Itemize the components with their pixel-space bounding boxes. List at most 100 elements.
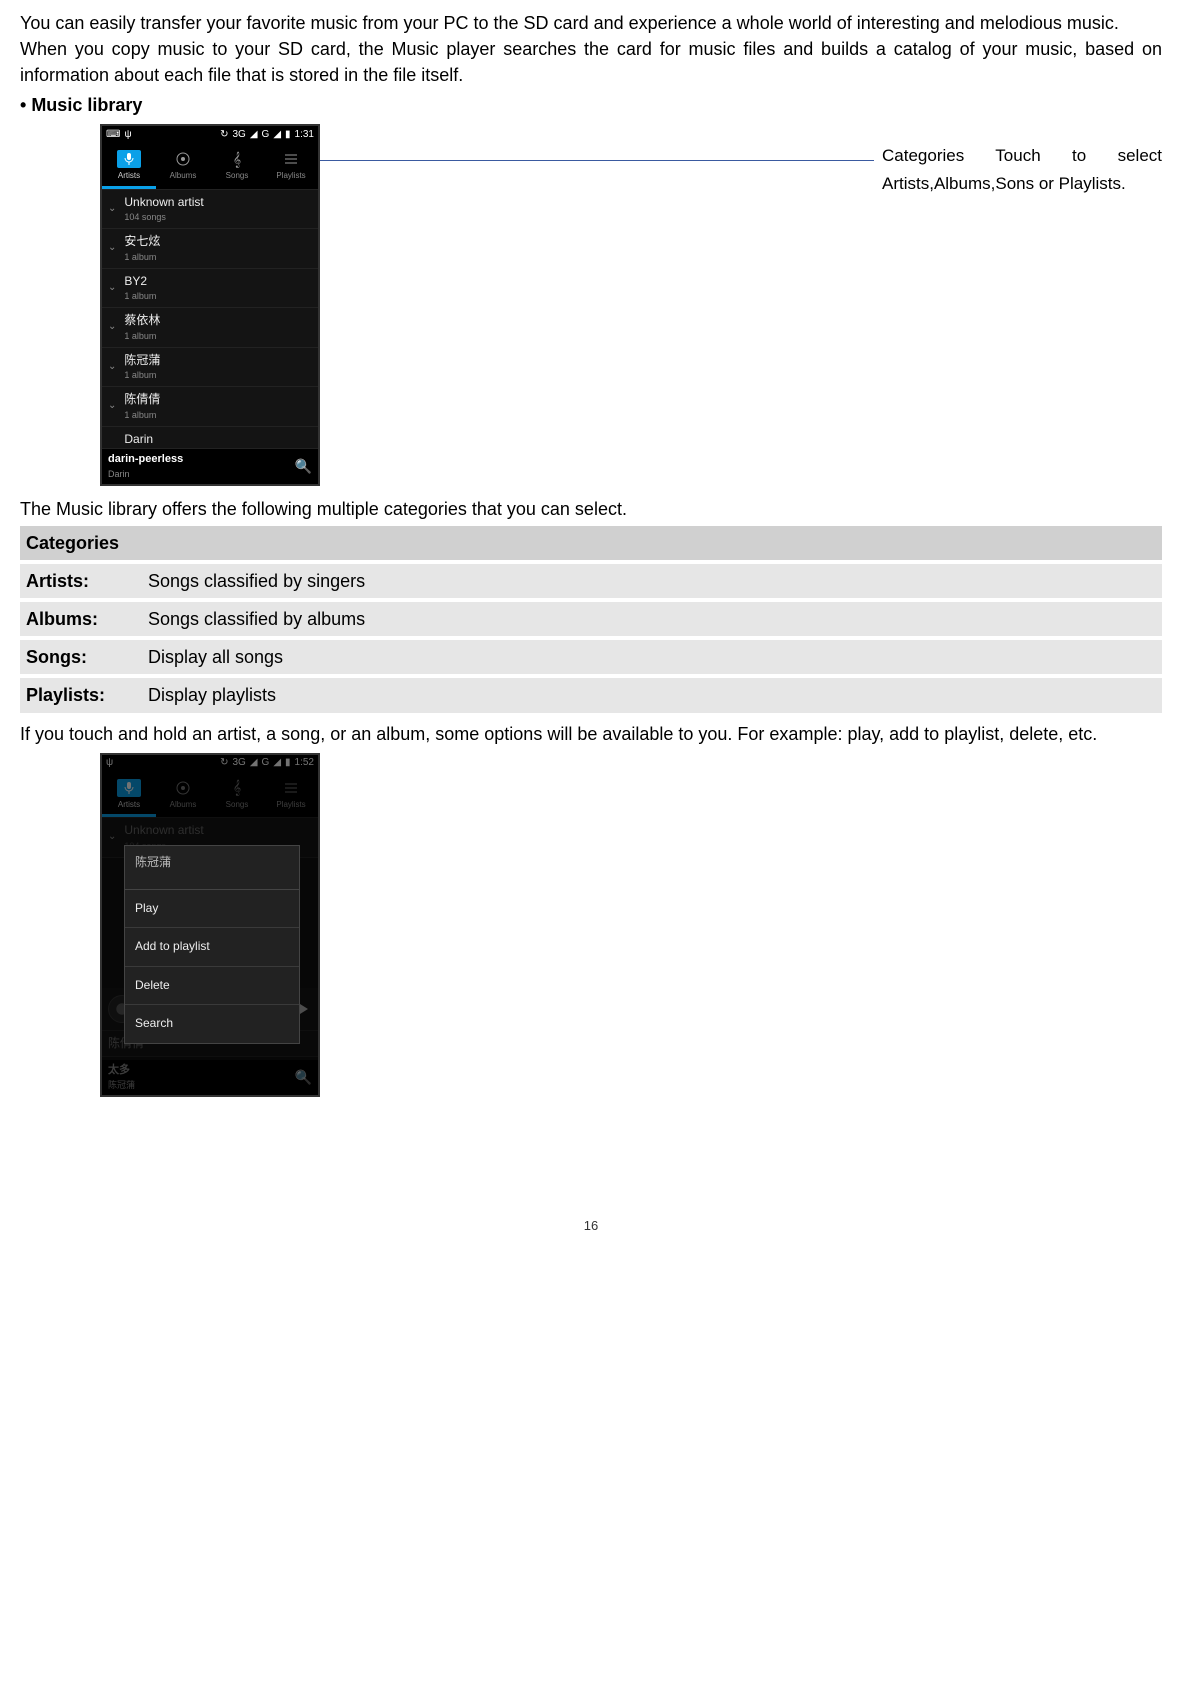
category-tabs: Artists Albums 𝄞 Songs Playlists — [102, 144, 318, 190]
category-name: Songs: — [20, 638, 142, 676]
artist-sub: 1 album — [124, 251, 312, 264]
figure-1-row: ⌨ ψ ↻ 3G ◢ G ◢ ▮ 1:31 Artists — [100, 124, 1162, 486]
context-menu-delete[interactable]: Delete — [125, 967, 299, 1005]
treble-clef-icon: 𝄞 — [225, 779, 249, 797]
category-name: Playlists: — [20, 676, 142, 714]
disc-icon — [171, 779, 195, 797]
category-desc: Songs classified by albums — [142, 600, 1162, 638]
now-playing-artist: Darin — [108, 468, 295, 481]
context-menu-search[interactable]: Search — [125, 1005, 299, 1042]
search-icon[interactable]: 🔍 — [295, 456, 312, 476]
disc-icon — [171, 150, 195, 168]
callout-text: Categories Touch to select Artists,Album… — [882, 142, 1162, 196]
tab-songs-label: Songs — [210, 170, 264, 182]
intro-paragraph-1: You can easily transfer your favorite mu… — [20, 10, 1162, 36]
artist-title: Darin — [124, 431, 312, 448]
artist-title: BY2 — [124, 273, 312, 290]
battery-icon: ▮ — [285, 128, 291, 143]
table-row: Albums:Songs classified by albums — [20, 600, 1162, 638]
usb-icon: ψ — [124, 128, 131, 143]
category-name: Albums: — [20, 600, 142, 638]
network-3g-label: 3G — [232, 128, 245, 143]
keyboard-icon: ⌨ — [106, 128, 120, 143]
artist-sub: 1 album — [124, 369, 312, 382]
tab-playlists-label: Playlists — [264, 170, 318, 182]
artist-title: Unknown artist — [124, 822, 312, 839]
tab-albums[interactable]: Albums — [156, 773, 210, 818]
table-row: Playlists:Display playlists — [20, 676, 1162, 714]
list-icon — [279, 779, 303, 797]
list-item[interactable]: ⌄ 安七炫1 album — [102, 229, 318, 268]
category-desc: Songs classified by singers — [142, 562, 1162, 600]
search-icon[interactable]: 🔍 — [295, 1067, 312, 1087]
artist-sub: 1 album — [124, 290, 312, 303]
table-header: Categories — [20, 526, 1162, 562]
microphone-icon — [117, 150, 141, 168]
artist-title: 陈冠蒲 — [124, 352, 312, 369]
chevron-down-icon: ⌄ — [108, 320, 116, 335]
page-number: 16 — [20, 1217, 1162, 1236]
tab-artists[interactable]: Artists — [102, 144, 156, 189]
usb-icon: ψ — [106, 756, 113, 771]
list-icon — [279, 150, 303, 168]
battery-icon: ▮ — [285, 756, 291, 771]
list-item[interactable]: ⌄ 陈冠蒲1 album — [102, 348, 318, 387]
after-figure-text: The Music library offers the following m… — [20, 496, 1162, 522]
signal-icon-2: ◢ — [273, 128, 281, 143]
category-tabs: Artists Albums 𝄞Songs Playlists — [102, 773, 318, 819]
artist-list[interactable]: ⌄Unknown artist104 songs ⌄安七炫1 album ⌄BY… — [102, 190, 318, 449]
category-desc: Display playlists — [142, 676, 1162, 714]
now-playing-title: 太多 — [108, 1063, 295, 1079]
artist-title: Unknown artist — [124, 194, 312, 211]
context-menu-title: 陈冠蒲 — [125, 846, 299, 890]
microphone-icon — [117, 779, 141, 797]
after-table-text: If you touch and hold an artist, a song,… — [20, 721, 1162, 747]
context-menu: 陈冠蒲 Play Add to playlist Delete Search — [124, 845, 300, 1044]
categories-table: Categories Artists:Songs classified by s… — [20, 526, 1162, 716]
now-playing-bar[interactable]: 太多 陈冠蒲 🔍 — [102, 1060, 318, 1095]
signal-icon: ◢ — [250, 128, 258, 143]
screenshot-music-library: ⌨ ψ ↻ 3G ◢ G ◢ ▮ 1:31 Artists — [100, 124, 320, 486]
list-item[interactable]: ⌄Darin — [102, 427, 318, 449]
tab-artists[interactable]: Artists — [102, 773, 156, 818]
network-3g-label: 3G — [232, 756, 245, 771]
list-item[interactable]: ⌄BY21 album — [102, 269, 318, 308]
network-g-label: G — [262, 756, 270, 771]
artist-sub: 1 album — [124, 330, 312, 343]
tab-artists-label: Artists — [102, 170, 156, 182]
tab-playlists[interactable]: Playlists — [264, 773, 318, 818]
now-playing-artist: 陈冠蒲 — [108, 1079, 295, 1092]
tab-playlists-label: Playlists — [264, 799, 318, 811]
artist-sub: 104 songs — [124, 211, 312, 224]
list-item[interactable]: ⌄蔡依林1 album — [102, 308, 318, 347]
intro-paragraph-2: When you copy music to your SD card, the… — [20, 36, 1162, 88]
context-menu-play[interactable]: Play — [125, 890, 299, 928]
category-name: Artists: — [20, 562, 142, 600]
chevron-down-icon: ⌄ — [108, 241, 116, 256]
sync-icon: ↻ — [220, 128, 228, 143]
chevron-down-icon: ⌄ — [108, 830, 116, 845]
tab-albums-label: Albums — [156, 799, 210, 811]
tab-albums[interactable]: Albums — [156, 144, 210, 189]
list-item[interactable]: ⌄陈倩倩1 album — [102, 387, 318, 426]
table-row: Songs:Display all songs — [20, 638, 1162, 676]
chevron-down-icon: ⌄ — [108, 399, 116, 414]
artist-title: 陈倩倩 — [124, 391, 312, 408]
tab-artists-label: Artists — [102, 799, 156, 811]
chevron-down-icon: ⌄ — [108, 360, 116, 375]
now-playing-bar[interactable]: darin-peerless Darin 🔍 — [102, 449, 318, 484]
clock-label: 1:52 — [295, 756, 314, 771]
signal-icon-2: ◢ — [273, 756, 281, 771]
list-item[interactable]: ⌄Unknown artist104 songs — [102, 190, 318, 229]
artist-title: 安七炫 — [124, 233, 312, 250]
play-icon[interactable] — [300, 1004, 308, 1014]
tab-songs[interactable]: 𝄞 Songs — [210, 144, 264, 189]
screenshot-context-menu: ψ ↻ 3G ◢ G ◢ ▮ 1:52 Artists Albums 𝄞Song… — [100, 753, 320, 1097]
context-menu-add-to-playlist[interactable]: Add to playlist — [125, 928, 299, 966]
tab-albums-label: Albums — [156, 170, 210, 182]
sync-icon: ↻ — [220, 756, 228, 771]
tab-songs[interactable]: 𝄞Songs — [210, 773, 264, 818]
network-g-label: G — [262, 128, 270, 143]
status-bar: ⌨ ψ ↻ 3G ◢ G ◢ ▮ 1:31 — [102, 126, 318, 144]
tab-playlists[interactable]: Playlists — [264, 144, 318, 189]
